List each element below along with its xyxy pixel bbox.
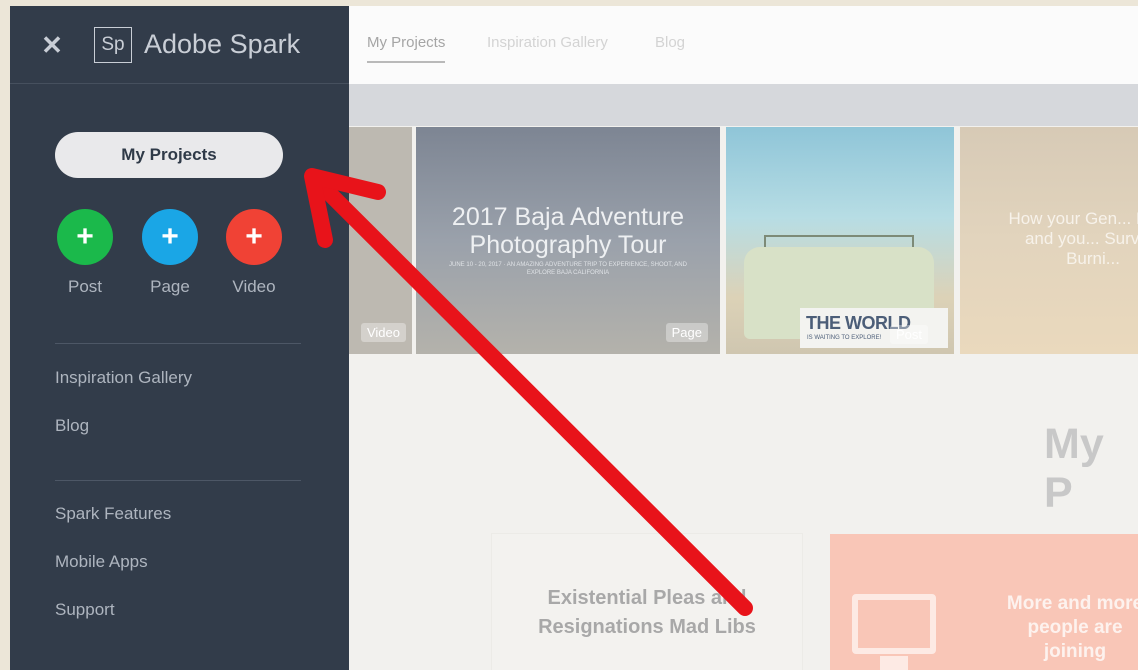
create-post-button[interactable]: + Post: [55, 209, 115, 297]
monitor-icon: [852, 594, 936, 654]
thumb-subtitle: JUNE 10 - 20, 2017 · AN AMAZING ADVENTUR…: [449, 262, 687, 276]
type-badge: Post: [889, 325, 928, 344]
my-projects-button[interactable]: My Projects: [55, 132, 283, 178]
sidebar-menu: ✕ Sp Adobe Spark My Projects + Post + Pa…: [10, 6, 349, 670]
promo-card[interactable]: More and more people are joining: [830, 534, 1138, 670]
divider: [55, 343, 301, 344]
gallery-thumb-desert[interactable]: How your Gen... Mind, and you... Survive…: [960, 127, 1138, 354]
gallery-thumb-video[interactable]: Video: [340, 127, 412, 354]
create-video-button[interactable]: + Video: [224, 209, 284, 297]
close-icon[interactable]: ✕: [40, 32, 64, 58]
thumb-subtitle: IS WAITING TO EXPLORE!: [807, 335, 882, 341]
spark-logo-icon: Sp: [94, 27, 132, 63]
menu-link-blog[interactable]: Blog: [55, 416, 89, 436]
divider: [55, 480, 301, 481]
menu-link-support[interactable]: Support: [55, 600, 115, 620]
sidebar-header: ✕ Sp Adobe Spark: [10, 6, 349, 84]
create-post-label: Post: [67, 277, 103, 296]
create-page-label: Page: [150, 277, 190, 296]
tab-blog[interactable]: Blog: [655, 34, 685, 51]
plus-icon: +: [142, 209, 198, 265]
create-video-label: Video: [232, 277, 276, 296]
monitor-stand: [880, 656, 908, 670]
brand-name: Adobe Spark: [144, 29, 301, 59]
plus-icon: +: [226, 209, 282, 265]
promo-text: More and more people are joining: [1006, 593, 1138, 662]
gallery-thumb-baja[interactable]: 2017 Baja Adventure Photography Tour JUN…: [416, 127, 720, 354]
create-page-button[interactable]: + Page: [140, 209, 200, 297]
thumb-title: How your Gen... Mind, and you... Survive…: [1008, 209, 1138, 268]
tab-my-projects[interactable]: My Projects: [367, 34, 446, 63]
project-card[interactable]: Existential Pleas and Resignations Mad L…: [492, 534, 802, 670]
tab-inspiration-gallery[interactable]: Inspiration Gallery: [487, 34, 608, 51]
type-badge: Page: [665, 323, 708, 342]
project-title: Existential Pleas and Resignations Mad L…: [538, 587, 756, 638]
thumb-title: 2017 Baja Adventure Photography Tour: [451, 203, 685, 259]
menu-link-spark-features[interactable]: Spark Features: [55, 504, 171, 524]
plus-icon: +: [57, 209, 113, 265]
page-heading: My P: [1044, 420, 1104, 517]
type-badge: Video: [360, 323, 406, 342]
menu-link-mobile-apps[interactable]: Mobile Apps: [55, 552, 148, 572]
menu-link-inspiration-gallery[interactable]: Inspiration Gallery: [55, 368, 192, 388]
gallery-thumb-world[interactable]: THE WORLD IS WAITING TO EXPLORE! Post: [726, 127, 954, 354]
